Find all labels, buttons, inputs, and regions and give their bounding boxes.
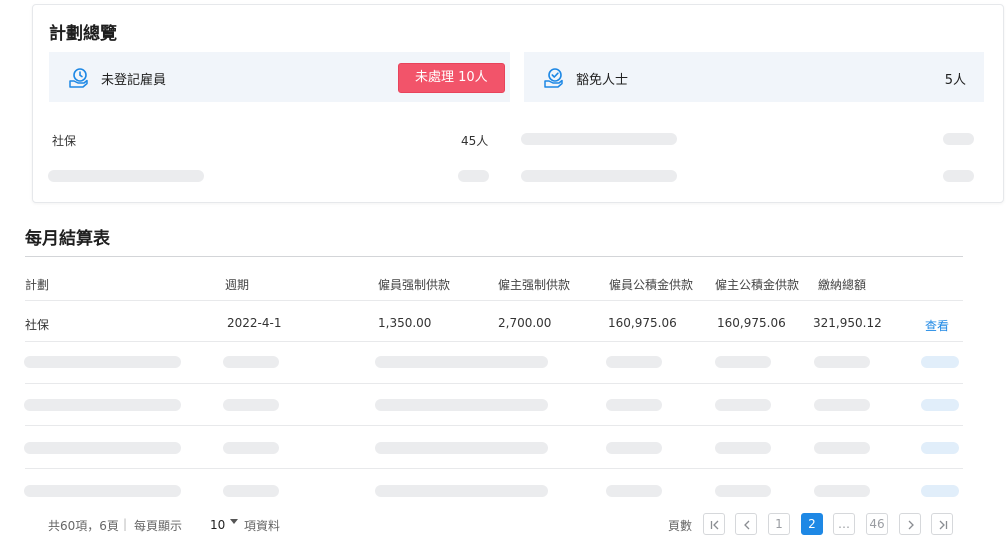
skeleton-bar	[814, 442, 870, 454]
skeleton-bar	[814, 356, 870, 368]
chevron-left-icon	[744, 520, 750, 530]
skeleton-bar	[521, 170, 677, 182]
column-header-employer-mpf: 僱主强制供款	[498, 278, 571, 292]
chevron-right-icon	[908, 520, 914, 530]
skeleton-bar	[606, 485, 662, 497]
social-insurance-label: 社保	[52, 134, 77, 148]
last-page-icon	[939, 520, 948, 530]
skeleton-bar	[521, 133, 677, 145]
prev-page-button[interactable]	[735, 513, 757, 535]
social-insurance-count: 45人	[461, 134, 489, 148]
skeleton-bar	[715, 356, 771, 368]
exempt-persons-panel[interactable]: 豁免人士 5人	[524, 52, 984, 102]
skeleton-bar	[223, 356, 279, 368]
unregistered-employees-panel[interactable]: 未登記雇員 未處理 10人	[49, 52, 510, 102]
skeleton-action	[921, 442, 959, 454]
exempt-persons-count: 5人	[944, 73, 966, 88]
table-row-divider	[25, 468, 963, 469]
table-row-divider	[25, 300, 963, 301]
skeleton-bar	[48, 170, 204, 182]
last-page-button[interactable]	[931, 513, 953, 535]
cell-plan: 社保	[25, 318, 50, 332]
skeleton-bar	[223, 485, 279, 497]
first-page-icon	[710, 520, 719, 530]
settlement-title: 每月結算表	[25, 229, 110, 249]
first-page-button[interactable]	[703, 513, 725, 535]
next-page-button[interactable]	[899, 513, 921, 535]
skeleton-bar	[375, 442, 548, 454]
per-page-label: 每頁顯示	[134, 519, 183, 533]
skeleton-action	[921, 356, 959, 368]
skeleton-action	[921, 399, 959, 411]
section-divider	[25, 256, 963, 257]
pending-badge[interactable]: 未處理 10人	[398, 63, 505, 93]
page-button[interactable]: 1	[768, 513, 790, 535]
skeleton-bar	[814, 399, 870, 411]
total-summary: 共60項，6頁	[48, 519, 119, 533]
skeleton-bar	[24, 442, 181, 454]
per-page-value: 10	[210, 518, 226, 532]
skeleton-bar	[715, 485, 771, 497]
skeleton-bar	[24, 399, 181, 411]
column-header-total: 繳納總額	[818, 278, 867, 292]
skeleton-bar	[223, 399, 279, 411]
cell-employer-pf: 160,975.06	[717, 316, 786, 330]
skeleton-bar	[375, 485, 548, 497]
cell-employee-pf: 160,975.06	[608, 316, 677, 330]
page-button-current[interactable]: 2	[801, 513, 823, 535]
skeleton-bar	[24, 356, 181, 368]
footer-separator: |	[123, 517, 128, 531]
hand-clock-icon	[69, 68, 88, 88]
exempt-persons-label: 豁免人士	[576, 73, 629, 88]
hand-check-icon	[544, 68, 563, 88]
cell-employer-mpf: 2,700.00	[498, 316, 552, 330]
column-header-period: 週期	[225, 278, 250, 292]
skeleton-action	[921, 485, 959, 497]
column-header-employee-pf: 僱員公積金供款	[609, 278, 694, 292]
skeleton-bar	[715, 399, 771, 411]
page-ellipsis[interactable]: …	[833, 513, 855, 535]
skeleton-bar	[606, 399, 662, 411]
column-header-plan: 計劃	[25, 278, 50, 292]
page-button[interactable]: 46	[866, 513, 888, 535]
skeleton-bar	[375, 356, 548, 368]
caret-down-icon	[230, 519, 238, 524]
per-page-select[interactable]: 10	[210, 514, 238, 532]
cell-total: 321,950.12	[813, 316, 882, 330]
cell-employee-mpf: 1,350.00	[378, 316, 432, 330]
per-page-suffix: 項資料	[244, 519, 281, 533]
skeleton-bar	[715, 442, 771, 454]
skeleton-bar	[24, 485, 181, 497]
pages-label: 頁數	[668, 519, 693, 533]
table-row-divider	[25, 341, 963, 342]
column-header-employer-pf: 僱主公積金供款	[715, 278, 800, 292]
table-row-divider	[25, 425, 963, 426]
skeleton-bar	[458, 170, 489, 182]
skeleton-bar	[606, 356, 662, 368]
skeleton-bar	[606, 442, 662, 454]
skeleton-bar	[943, 133, 974, 145]
view-link[interactable]: 查看	[925, 317, 949, 334]
skeleton-bar	[814, 485, 870, 497]
skeleton-bar	[223, 442, 279, 454]
column-header-employee-mpf: 僱員强制供款	[378, 278, 451, 292]
overview-title: 計劃總覽	[49, 24, 117, 44]
cell-period: 2022-4-1	[227, 316, 282, 330]
skeleton-bar	[375, 399, 548, 411]
skeleton-bar	[943, 170, 974, 182]
unregistered-employees-label: 未登記雇員	[101, 73, 167, 88]
table-row-divider	[25, 383, 963, 384]
